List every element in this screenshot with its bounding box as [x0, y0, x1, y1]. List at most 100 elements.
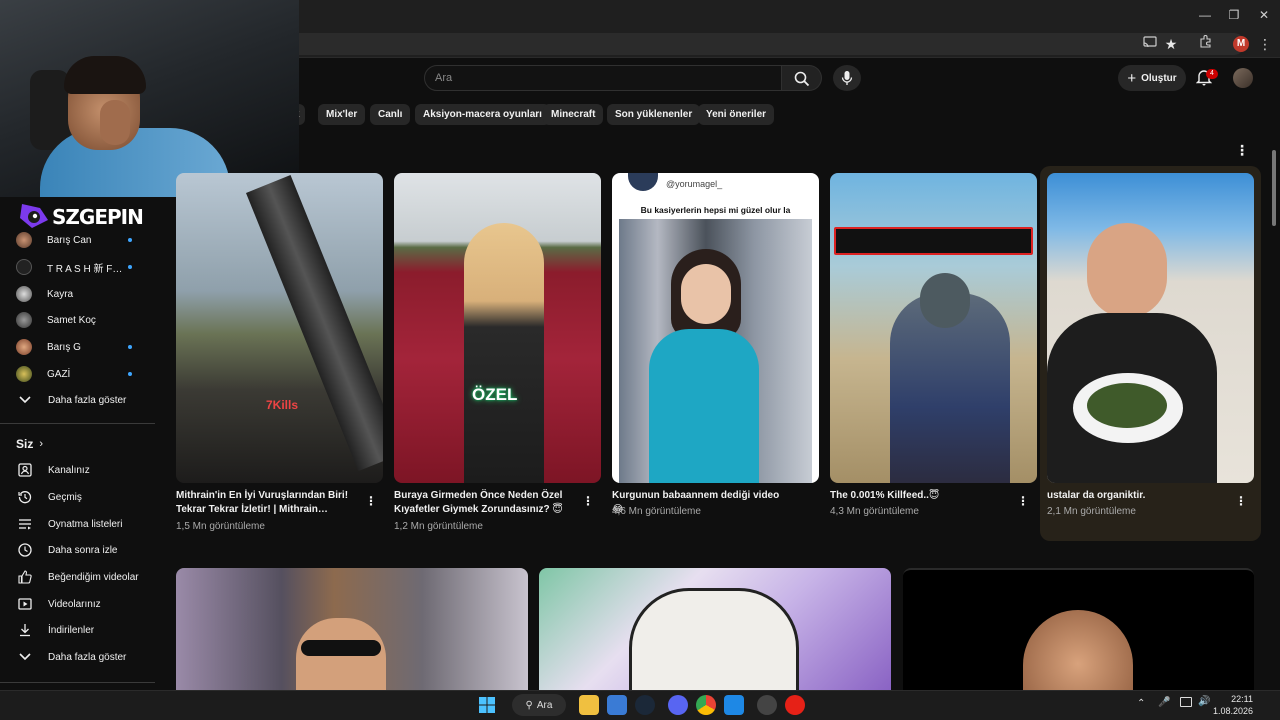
watch-later-icon [17, 542, 33, 558]
discord-icon[interactable] [668, 695, 688, 715]
sidebar-item-liked-videos[interactable]: Beğendiğim videolar [0, 564, 160, 590]
sidebar-item-playlists[interactable]: Oynatma listeleri [0, 511, 160, 537]
sidebar-item-label: Oynatma listeleri [48, 518, 123, 530]
cast-icon[interactable] [1141, 35, 1159, 53]
cartoon-face [629, 588, 799, 690]
chip-new-to-you[interactable]: Yeni öneriler [698, 104, 775, 125]
youtube-app-icon[interactable] [785, 695, 805, 715]
tray-chevron-icon[interactable]: ⌃ [1137, 698, 1145, 709]
video-menu-icon[interactable]: ⋮ [582, 494, 594, 508]
channel-avatar [16, 232, 32, 248]
video-thumbnail[interactable] [176, 568, 528, 690]
tweet-text: Bu kasiyerlerin hepsi mi güzel olur la [640, 205, 791, 215]
store-icon[interactable] [607, 695, 627, 715]
minimize-icon[interactable]: — [1196, 6, 1214, 24]
sidebar-item-label: Barış G [47, 341, 81, 353]
bookmark-star-icon[interactable]: ★ [1162, 35, 1180, 53]
sidebar-item-label: GAZİ [47, 368, 71, 380]
taskbar-clock[interactable]: 22:11 1.08.2026 [1213, 693, 1253, 717]
feed-more-icon[interactable]: ⋮ [1235, 142, 1249, 159]
sidebar-sub-baris-g[interactable]: Barış G [0, 334, 160, 360]
sidebar-show-more-subs[interactable]: Daha fazla göster [0, 387, 160, 413]
video-thumbnail[interactable]: ÖZEL [394, 173, 601, 483]
sidebar-item-label: T R A S H 新 F… [47, 263, 123, 275]
obs-icon[interactable] [757, 695, 777, 715]
sidebar-item-label: Barış Can [47, 234, 92, 246]
sidebar-sub-baris-can[interactable]: Barış Can [0, 227, 160, 253]
sidebar-sub-kayra[interactable]: Kayra [0, 281, 160, 307]
video-thumbnail[interactable]: 7Kills [176, 173, 383, 483]
chevron-down-icon [17, 392, 33, 408]
sidebar-item-downloads[interactable]: İndirilenler [0, 617, 160, 643]
network-icon[interactable] [1180, 697, 1192, 707]
history-icon [17, 489, 33, 505]
sidebar-show-more-you[interactable]: Daha fazla göster [0, 644, 160, 670]
sidebar-item-history[interactable]: Geçmiş [0, 484, 160, 510]
chip-live[interactable]: Canlı [370, 104, 411, 125]
video-menu-icon[interactable]: ⋮ [365, 494, 377, 508]
video-menu-icon[interactable]: ⋮ [1017, 494, 1029, 508]
video-views: 1,5 Mn görüntüleme [176, 521, 265, 532]
sidebar-you-header[interactable]: Siz › [0, 431, 160, 457]
playlists-icon [17, 516, 33, 532]
helmet-shape [920, 273, 970, 328]
video-title[interactable]: ustalar da organiktir. [1047, 489, 1227, 503]
voice-search-button[interactable] [833, 65, 861, 91]
search-button[interactable] [782, 65, 822, 91]
streamer-hair [64, 56, 146, 94]
chip-minecraft[interactable]: Minecraft [543, 104, 604, 125]
sidebar-item-label: Geçmiş [48, 491, 82, 503]
clock-time: 22:11 [1231, 694, 1253, 704]
address-bar[interactable] [135, 33, 1245, 55]
extensions-icon[interactable] [1196, 35, 1214, 53]
video-menu-icon[interactable]: ⋮ [1235, 494, 1247, 508]
sidebar-sub-gazi[interactable]: GAZİ [0, 361, 160, 387]
profile-icon[interactable]: M [1233, 36, 1249, 52]
close-window-icon[interactable]: ✕ [1255, 6, 1273, 24]
create-button[interactable]: + Oluştur [1118, 65, 1186, 91]
file-explorer-icon[interactable] [579, 695, 599, 715]
face-shape [1023, 610, 1133, 690]
sidebar-sub-samet-koc[interactable]: Samet Koç [0, 307, 160, 333]
video-title[interactable]: Mithrain'in En İyi Vuruşlarından Biri! T… [176, 489, 356, 517]
chip-recently-uploaded[interactable]: Son yüklenenler [607, 104, 701, 125]
sidebar-item-label: Daha fazla göster [48, 651, 127, 663]
video-title[interactable]: Buraya Girmeden Önce Neden Özel Kıyafetl… [394, 489, 574, 517]
sidebar-sub-trash[interactable]: T R A S H 新 F… [0, 254, 160, 280]
chrome-icon[interactable] [696, 695, 716, 715]
chip-action-adventure[interactable]: Aksiyon-macera oyunları [415, 104, 550, 125]
video-title[interactable]: The 0.001% Killfeed..😇 [830, 489, 1010, 503]
search-input[interactable]: Ara [424, 65, 782, 91]
microphone-icon[interactable]: 🎤 [1158, 697, 1170, 708]
video-thumbnail[interactable] [1047, 173, 1254, 483]
chip-mixes[interactable]: Mix'ler [318, 104, 366, 125]
video-thumbnail[interactable] [903, 568, 1254, 690]
windows-start-icon[interactable] [479, 697, 495, 718]
restore-icon[interactable]: ❐ [1225, 6, 1243, 24]
app-icon[interactable] [724, 695, 744, 715]
video-thumbnail[interactable] [830, 173, 1037, 483]
channel-avatar [628, 173, 658, 191]
sidebar-item-watch-later[interactable]: Daha sonra izle [0, 537, 160, 563]
volume-icon[interactable]: 🔊 [1198, 696, 1210, 707]
sidebar-item-your-videos[interactable]: Videolarınız [0, 591, 160, 617]
sidebar-item-your-channel[interactable]: Kanalınız [0, 457, 160, 483]
your-videos-icon [17, 596, 33, 612]
sidebar-item-label: Daha fazla göster [48, 394, 127, 406]
webcam-overlay [0, 0, 299, 197]
video-thumbnail[interactable] [539, 568, 891, 690]
profile-initial: M [1233, 36, 1249, 52]
more-icon[interactable]: ⋮ [1256, 35, 1274, 53]
scrollbar-thumb[interactable] [1272, 150, 1276, 226]
sidebar-divider [0, 423, 155, 424]
channel-avatar [16, 259, 32, 275]
sidebar-item-label: Beğendiğim videolar [48, 571, 139, 583]
video-views: 4,3 Mn görüntüleme [830, 506, 919, 517]
face-shape [681, 264, 731, 324]
video-thumbnail[interactable]: @yorumagel_ Bu kasiyerlerin hepsi mi güz… [612, 173, 819, 483]
salad-shape [1087, 383, 1167, 428]
taskbar-search[interactable]: ⚲ Ara [512, 694, 566, 716]
steam-icon[interactable] [635, 695, 655, 715]
account-avatar[interactable] [1233, 68, 1253, 88]
section-title: Siz [16, 437, 34, 451]
